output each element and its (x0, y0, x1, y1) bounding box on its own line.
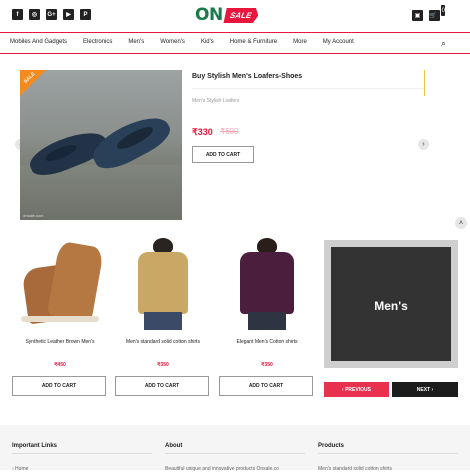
next-button[interactable]: NEXT › (392, 382, 458, 397)
previous-button[interactable]: ‹ PREVIOUS (324, 382, 389, 397)
boot-shape-2 (46, 240, 105, 323)
footer: Important Links › Home About Beautiful u… (0, 425, 470, 472)
image-caption: onsale.com (23, 213, 44, 218)
cart-glyph: 🛒 (429, 13, 437, 19)
footer-product-link[interactable]: Men's standard solid cotton shirts (318, 466, 458, 472)
product-card[interactable]: Men's standard solid cotton shirts ₹350 … (115, 236, 210, 396)
product-price: ₹350 (261, 362, 273, 368)
divider (192, 88, 424, 89)
nav-menu: Mobiles And Gadgets Electronics Men's Wo… (10, 39, 370, 45)
social-links: f ◎ G+ ▶ P (12, 9, 91, 20)
nav-item-home-furniture[interactable]: Home & Furniture (230, 39, 277, 45)
add-to-cart-button[interactable]: ADD TO CART (115, 376, 209, 396)
facebook-icon[interactable]: f (12, 9, 23, 20)
nav-item-kids[interactable]: Kid's (201, 39, 214, 45)
instagram-icon[interactable]: ◎ (29, 9, 40, 20)
footer-heading: Important Links (12, 443, 58, 449)
cart-count-badge: 0 (441, 5, 445, 16)
product-price: ₹450 (54, 362, 66, 368)
divider-accent (424, 70, 425, 96)
logo-sale-tag: SALE (223, 8, 260, 23)
product-price: ₹350 (157, 362, 169, 368)
add-to-cart-button[interactable]: ADD TO CART (219, 376, 313, 396)
featured-product-info: Buy Stylish Men's Loafers-Shoes Men's St… (192, 70, 426, 220)
mens-banner-label: Men's (374, 299, 408, 313)
footer-column-products: Products Men's standard solid cotton shi… (318, 443, 458, 472)
divider (165, 453, 305, 454)
slider-next-arrow-icon[interactable]: › (418, 139, 429, 150)
footer-column-links: Important Links › Home (12, 443, 152, 472)
youtube-icon[interactable]: ▶ (63, 9, 74, 20)
product-carousel: Synthetic Leather Brown Men's ₹450 ADD T… (0, 236, 470, 406)
nav-item-more[interactable]: More (293, 39, 307, 45)
divider (318, 453, 458, 454)
boot-sole-shape (21, 316, 99, 322)
pinterest-icon[interactable]: P (80, 9, 91, 20)
footer-heading: About (165, 443, 183, 449)
featured-product-title[interactable]: Buy Stylish Men's Loafers-Shoes (192, 73, 302, 80)
product-card[interactable]: Elegant Men's Cotton shirts ₹350 ADD TO … (219, 236, 314, 396)
top-bar: f ◎ G+ ▶ P ON SALE ▣ 🛒 0 (0, 0, 470, 32)
site-logo[interactable]: ON SALE (195, 5, 258, 25)
featured-price: ₹330 (192, 127, 213, 137)
featured-add-to-cart-button[interactable]: ADD TO CART (192, 146, 254, 163)
nav-item-mens[interactable]: Men's (128, 39, 144, 45)
footer-column-about: About Beautiful unique and innovative pr… (165, 443, 305, 472)
mens-banner-inner: Men's (331, 247, 451, 361)
jeans-shape (144, 312, 182, 330)
google-plus-icon[interactable]: G+ (46, 9, 57, 20)
nav-item-electronics[interactable]: Electronics (83, 39, 112, 45)
divider (12, 453, 152, 454)
product-card[interactable]: Synthetic Leather Brown Men's ₹450 ADD T… (12, 236, 107, 396)
cart-icon[interactable]: 🛒 0 (429, 5, 445, 21)
bag-icon[interactable]: ▣ (412, 10, 423, 21)
nav-item-mobiles[interactable]: Mobiles And Gadgets (10, 39, 67, 45)
product-title[interactable]: Synthetic Leather Brown Men's (13, 339, 107, 345)
product-image-boot[interactable] (13, 236, 107, 330)
logo-on-text: ON (195, 5, 223, 25)
scroll-top-icon[interactable]: ˄ (455, 217, 467, 229)
product-title[interactable]: Elegant Men's Cotton shirts (220, 339, 314, 345)
featured-product-image[interactable]: SALE onsale.com (20, 70, 182, 220)
nav-item-womens[interactable]: Women's (160, 39, 185, 45)
search-icon[interactable]: ⌕ (441, 38, 446, 49)
product-title[interactable]: Men's standard solid cotton shirts (116, 339, 210, 345)
product-image-purple-shirt[interactable] (220, 236, 314, 330)
featured-old-price: ₹600 (220, 127, 239, 136)
shirt-shape (138, 252, 188, 314)
footer-link-home[interactable]: › Home (12, 466, 152, 472)
featured-slider: ‹ SALE onsale.com Buy Stylish Men's Loaf… (0, 62, 470, 224)
featured-product-subtitle: Men's Stylish Loafers (192, 98, 240, 104)
main-nav: Mobiles And Gadgets Electronics Men's Wo… (0, 32, 470, 54)
trousers-shape (248, 312, 286, 330)
footer-heading: Products (318, 443, 345, 449)
nav-item-my-account[interactable]: My Account (323, 39, 354, 45)
add-to-cart-button[interactable]: ADD TO CART (12, 376, 106, 396)
mens-category-banner[interactable]: Men's (324, 240, 458, 368)
footer-about-text: Beautiful unique and innovative products… (165, 466, 279, 472)
product-image-khaki-shirt[interactable] (116, 236, 210, 330)
header-actions: ▣ 🛒 0 (412, 5, 445, 21)
shirt-shape (240, 252, 294, 314)
